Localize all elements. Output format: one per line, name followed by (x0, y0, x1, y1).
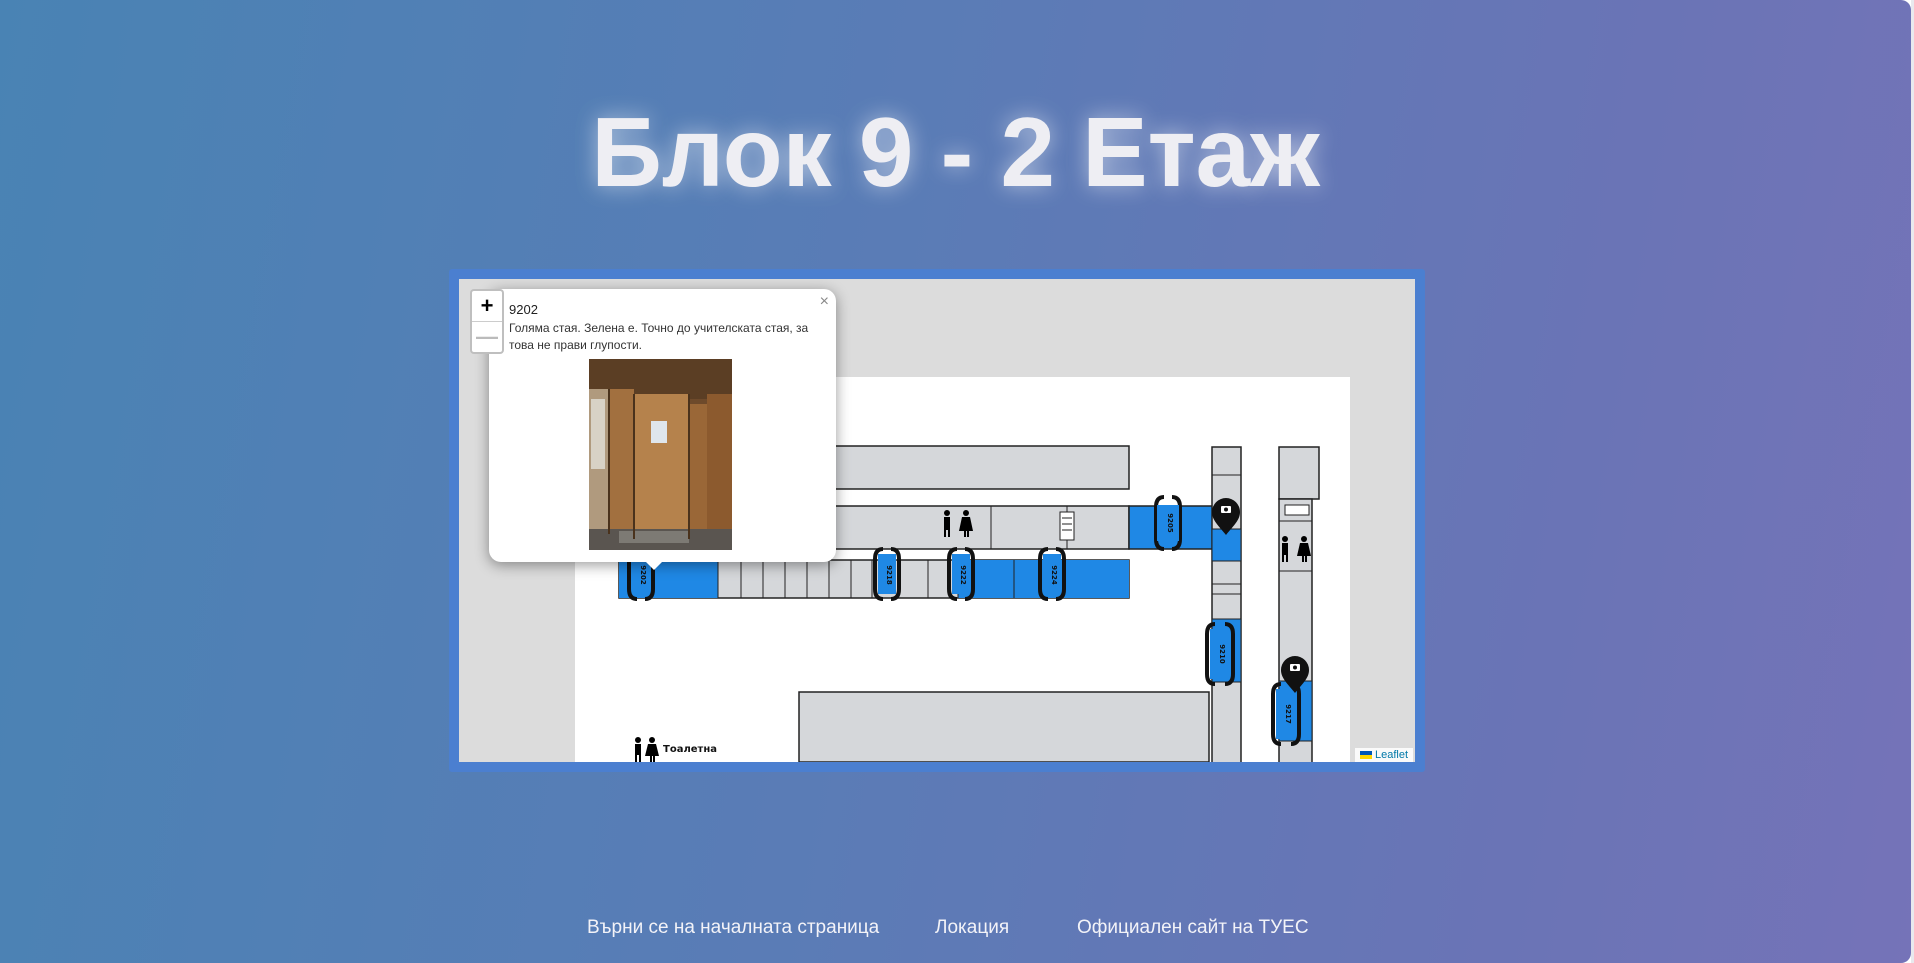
room-label: 9222 (959, 565, 967, 585)
location-link[interactable]: Локация (935, 917, 1009, 939)
popup-title: 9202 (509, 302, 538, 317)
popup-close-button[interactable]: × (820, 293, 829, 311)
page-title: Блок 9 - 2 Етаж (591, 97, 1320, 207)
room-label: 9210 (1218, 644, 1226, 664)
map-container[interactable]: 9202 9218 9222 9224 9205 9210 9217 Тоале… (459, 279, 1415, 762)
restroom-label: Тоалетна (663, 744, 717, 755)
zoom-in-button[interactable]: + (472, 291, 502, 322)
leaflet-link[interactable]: Leaflet (1375, 749, 1408, 761)
zoom-out-button[interactable]: — (472, 322, 502, 352)
popup-tip (642, 558, 666, 570)
room-photo (589, 359, 732, 550)
map-attribution[interactable]: Leaflet (1354, 748, 1413, 762)
room-label: 9218 (885, 565, 893, 585)
room-label: 9205 (1166, 513, 1174, 533)
zoom-control: + — (470, 289, 504, 354)
home-link[interactable]: Върни се на началната страница (587, 917, 879, 939)
ukraine-flag-icon (1359, 751, 1372, 760)
room-label: 9224 (1050, 565, 1058, 585)
room-label: 9217 (1284, 704, 1292, 724)
footer-nav: Върни се на началната страница Локация О… (0, 917, 1911, 947)
room-popup: × 9202 Голяма стая. Зелена е. Точно до у… (489, 289, 836, 562)
popup-description: Голяма стая. Зелена е. Точно до учителск… (509, 321, 809, 352)
official-site-link[interactable]: Официален сайт на ТУЕС (1077, 917, 1309, 939)
